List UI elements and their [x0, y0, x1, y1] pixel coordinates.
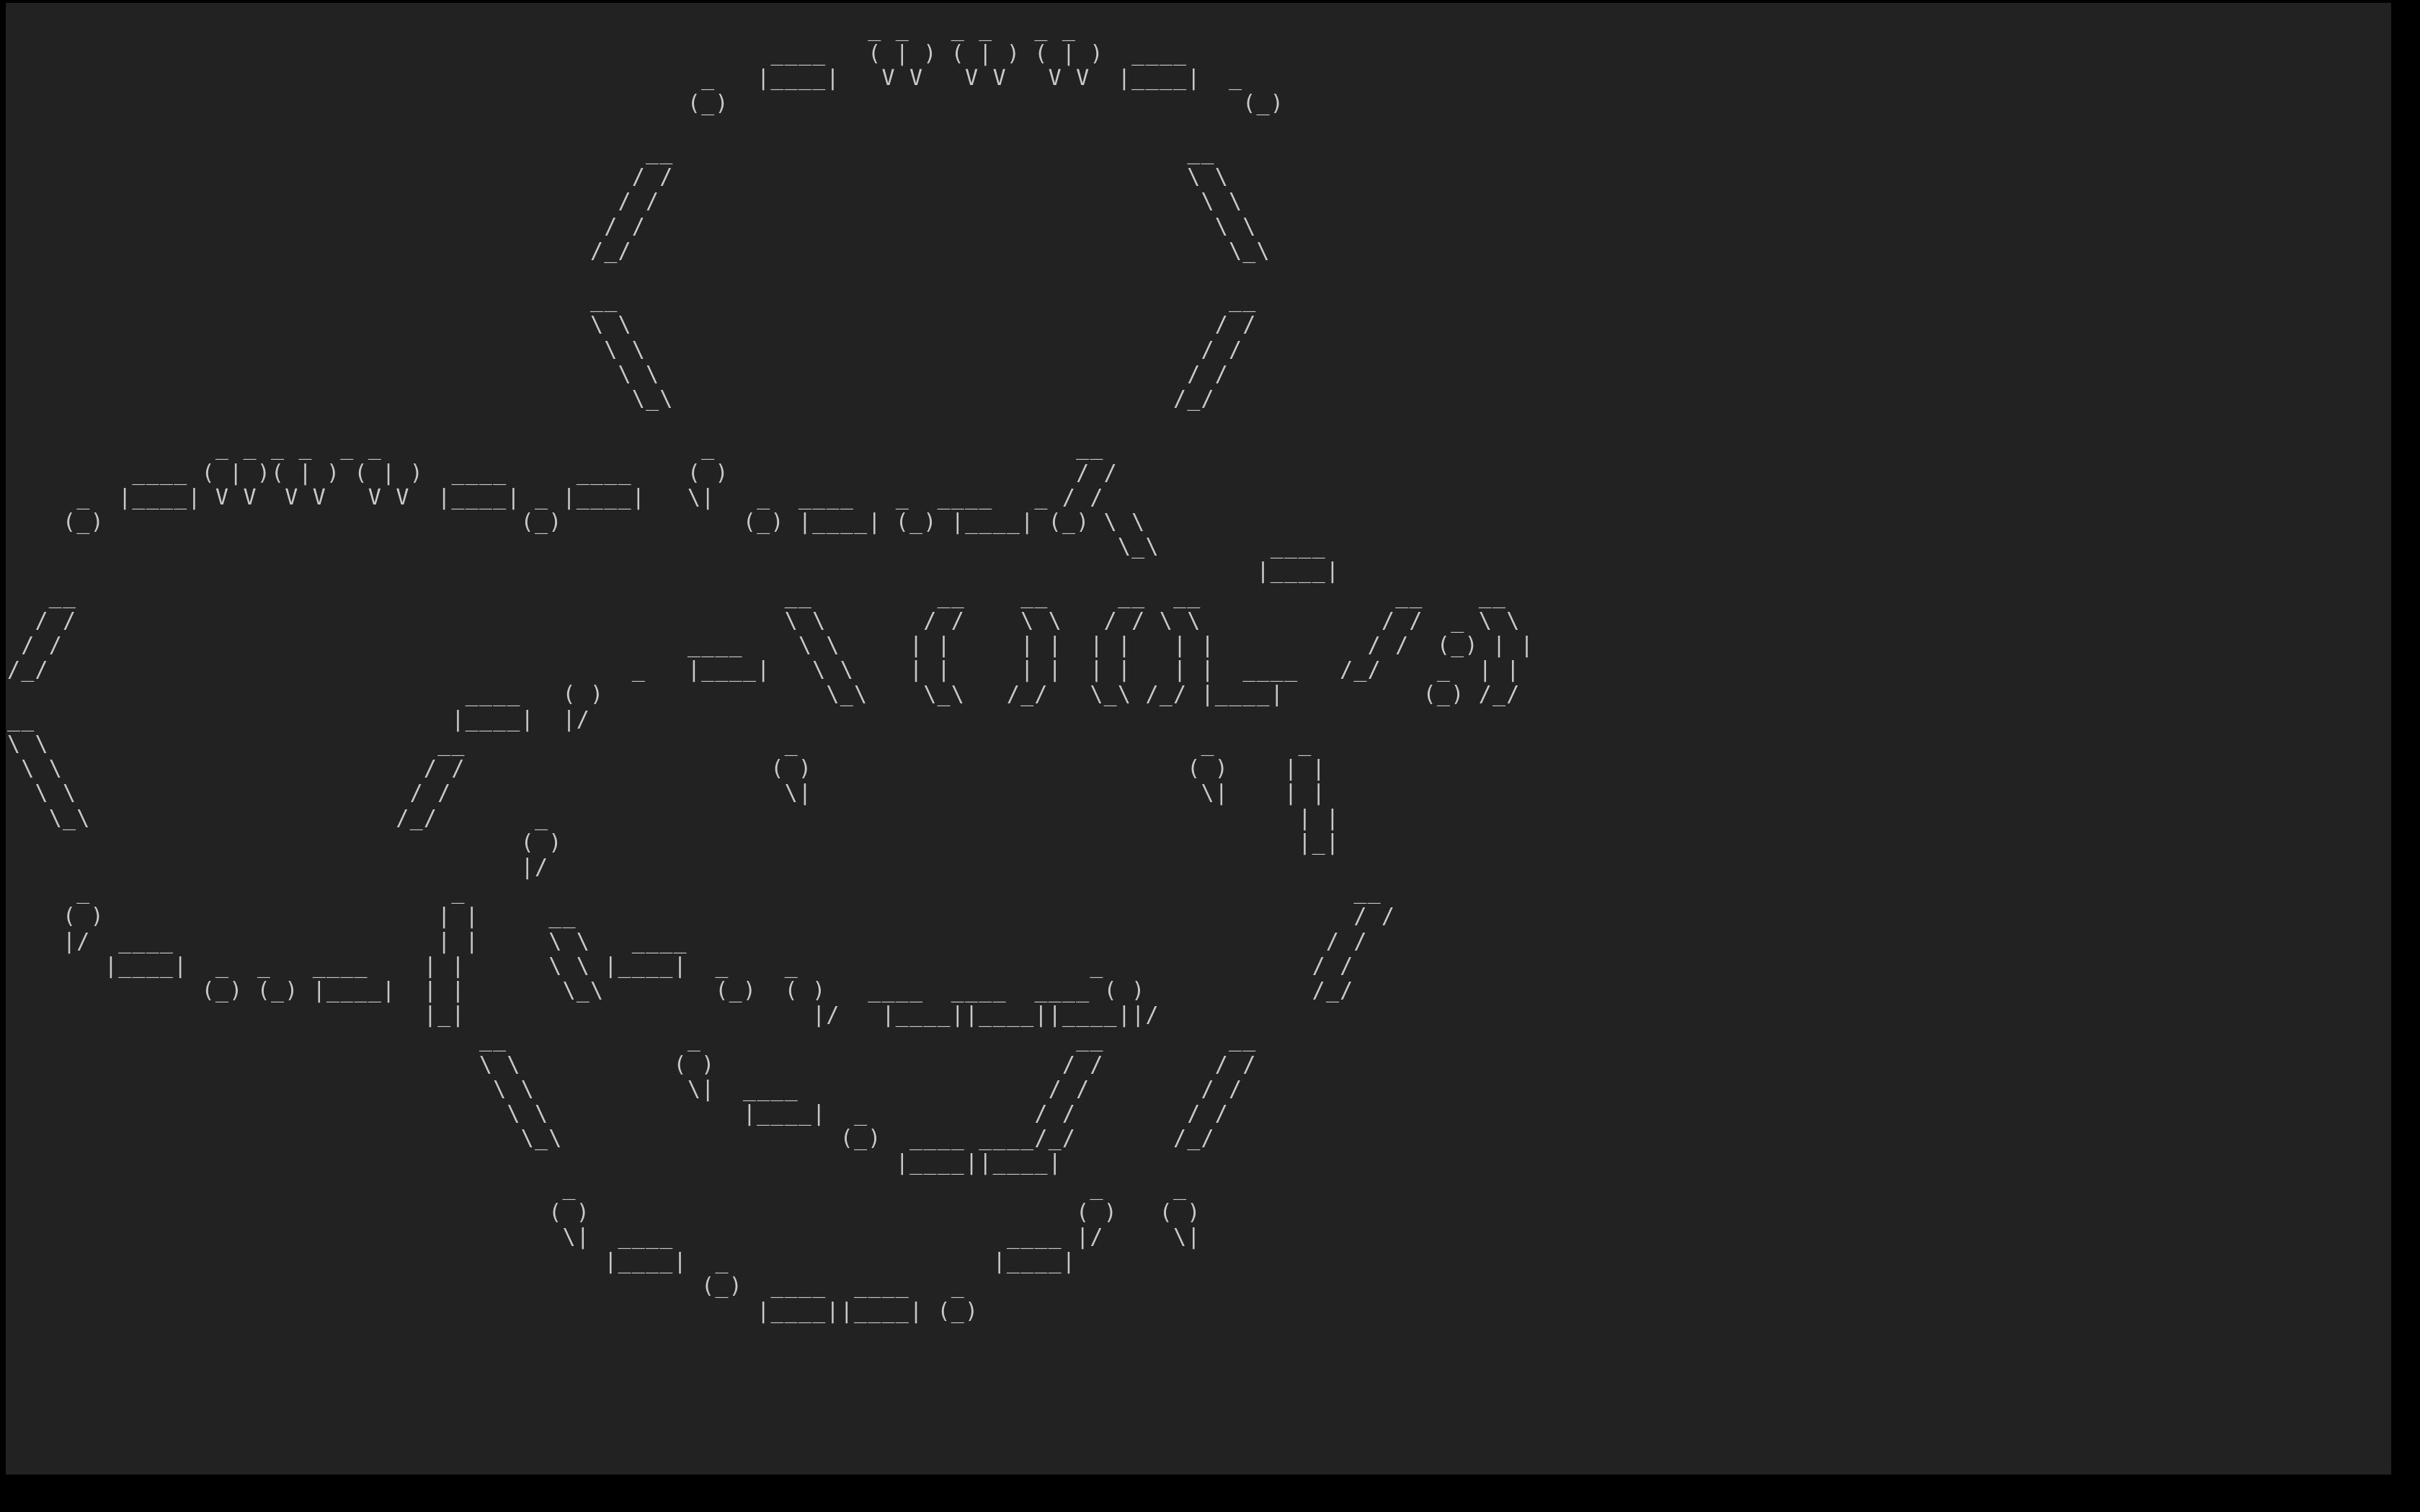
terminal-window[interactable]: _ _ _ _ _ _ ____ ( | ) ( | ) ( | ) ____ … — [6, 3, 2406, 1493]
ascii-art-output: _ _ _ _ _ _ ____ ( | ) ( | ) ( | ) ____ … — [7, 17, 1534, 1324]
window-bottom-border — [6, 1475, 2406, 1493]
terminal-output[interactable]: _ _ _ _ _ _ ____ ( | ) ( | ) ( | ) ____ … — [6, 3, 2406, 1493]
window-right-border — [2391, 3, 2406, 1493]
